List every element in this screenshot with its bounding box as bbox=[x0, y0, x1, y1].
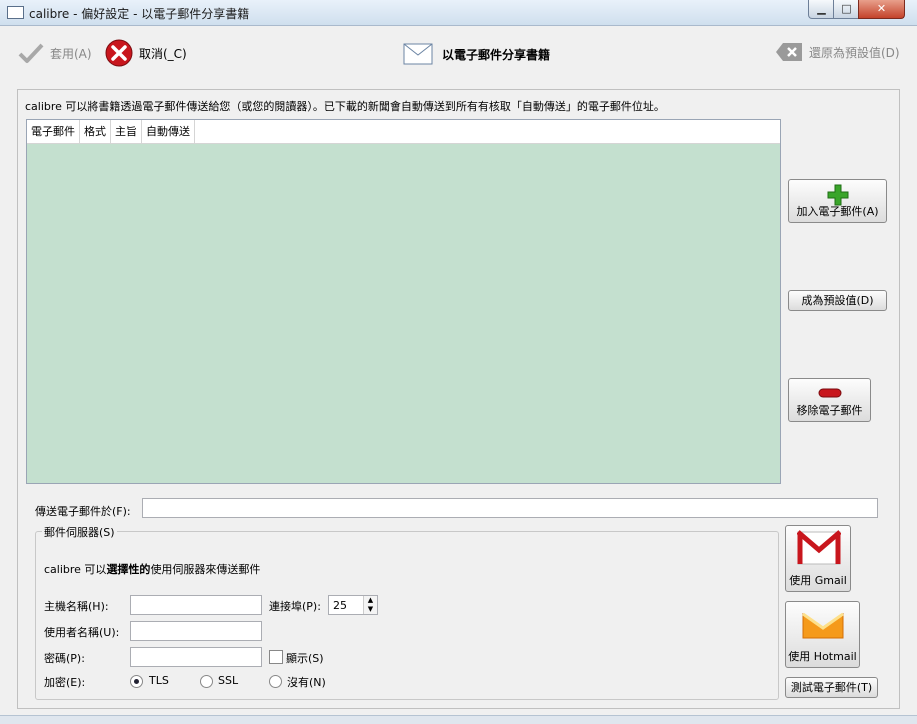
use-gmail-button[interactable]: 使用 Gmail bbox=[785, 525, 851, 592]
hotmail-icon bbox=[802, 612, 844, 639]
tls-radio[interactable] bbox=[130, 675, 143, 688]
tls-label: TLS bbox=[149, 674, 169, 687]
password-label: 密碼(P): bbox=[44, 652, 85, 665]
spin-up-icon[interactable]: ▲ bbox=[363, 596, 377, 605]
mail-icon bbox=[7, 6, 24, 19]
username-input[interactable] bbox=[130, 621, 262, 641]
no-encryption-radio[interactable] bbox=[269, 675, 282, 688]
email-table[interactable]: 電子郵件 格式 主旨 自動傳送 bbox=[26, 119, 781, 484]
add-email-label: 加入電子郵件(A) bbox=[796, 205, 879, 218]
show-password-checkbox[interactable] bbox=[269, 650, 283, 664]
envelope-icon bbox=[403, 43, 433, 65]
page-heading: 以電子郵件分享書籍 bbox=[403, 43, 550, 65]
column-header-format[interactable]: 格式 bbox=[80, 120, 111, 143]
port-value: 25 bbox=[333, 599, 347, 612]
column-header-auto-send[interactable]: 自動傳送 bbox=[142, 120, 195, 143]
make-default-button[interactable]: 成為預設值(D) bbox=[788, 290, 887, 311]
port-label: 連接埠(P): bbox=[269, 600, 321, 613]
column-header-subject[interactable]: 主旨 bbox=[111, 120, 142, 143]
ssl-label: SSL bbox=[218, 674, 239, 687]
password-input[interactable] bbox=[130, 647, 262, 667]
server-intro-bold: 選擇性的 bbox=[106, 563, 151, 576]
use-hotmail-button[interactable]: 使用 Hotmail bbox=[785, 601, 860, 668]
spin-down-icon[interactable]: ▼ bbox=[363, 605, 377, 614]
server-intro: calibre 可以選擇性的使用伺服器來傳送郵件 bbox=[44, 561, 260, 577]
description-text: calibre 可以將書籍透過電子郵件傳送給您（或您的閱讀器）。已下載的新聞會自… bbox=[25, 100, 665, 113]
cancel-icon bbox=[105, 39, 133, 67]
apply-label: 套用(A) bbox=[50, 46, 92, 61]
server-intro-suffix: 使用伺服器來傳送郵件 bbox=[150, 563, 261, 576]
hostname-input[interactable] bbox=[130, 595, 262, 615]
gmail-icon bbox=[797, 530, 841, 565]
maximize-button[interactable]: □ bbox=[833, 0, 860, 19]
send-from-input[interactable] bbox=[142, 498, 878, 518]
show-password-label: 顯示(S) bbox=[286, 652, 324, 665]
send-from-label: 傳送電子郵件於(F): bbox=[35, 505, 131, 518]
restore-label: 還原為預設值(D) bbox=[809, 45, 900, 60]
use-gmail-label: 使用 Gmail bbox=[789, 574, 847, 587]
cancel-label: 取消(_C) bbox=[139, 46, 187, 61]
add-email-button[interactable]: 加入電子郵件(A) bbox=[788, 179, 887, 223]
port-spinbox[interactable]: 25 ▲ ▼ bbox=[328, 595, 378, 615]
hostname-label: 主機名稱(H): bbox=[44, 600, 109, 613]
minus-icon bbox=[818, 388, 842, 398]
window-titlebar: calibre - 偏好設定 - 以電子郵件分享書籍 ▁ □ ✕ bbox=[0, 0, 917, 26]
mail-server-group-title: 郵件伺服器(S) bbox=[42, 524, 117, 540]
table-header: 電子郵件 格式 主旨 自動傳送 bbox=[27, 120, 780, 144]
window-title: calibre - 偏好設定 - 以電子郵件分享書籍 bbox=[29, 7, 250, 21]
toolbar: 套用(A) 取消(_C) 以電子郵件分享書籍 還原為預設值(D) bbox=[0, 26, 917, 80]
close-window-button[interactable]: ✕ bbox=[858, 0, 905, 19]
encryption-label: 加密(E): bbox=[44, 676, 86, 689]
checkmark-icon bbox=[18, 43, 44, 63]
username-label: 使用者名稱(U): bbox=[44, 626, 120, 639]
cancel-button[interactable]: 取消(_C) bbox=[105, 39, 187, 67]
remove-email-button[interactable]: 移除電子郵件 bbox=[788, 378, 871, 422]
no-encryption-label: 沒有(N) bbox=[287, 676, 326, 689]
mail-server-group bbox=[35, 531, 779, 700]
minimize-button[interactable]: ▁ bbox=[808, 0, 835, 19]
page-title: 以電子郵件分享書籍 bbox=[442, 47, 551, 62]
use-hotmail-label: 使用 Hotmail bbox=[788, 650, 857, 663]
test-email-button[interactable]: 測試電子郵件(T) bbox=[785, 677, 878, 698]
apply-button[interactable]: 套用(A) bbox=[18, 42, 92, 64]
column-header-email[interactable]: 電子郵件 bbox=[27, 120, 80, 143]
restore-defaults-button[interactable]: 還原為預設值(D) bbox=[775, 42, 900, 62]
clear-left-icon bbox=[776, 43, 802, 61]
ssl-radio[interactable] bbox=[200, 675, 213, 688]
remove-email-label: 移除電子郵件 bbox=[796, 404, 863, 417]
server-intro-prefix: calibre 可以 bbox=[44, 563, 107, 576]
